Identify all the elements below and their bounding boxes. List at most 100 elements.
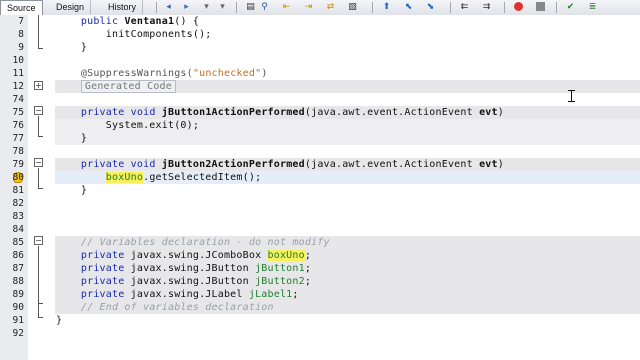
tab-source[interactable]: Source — [0, 0, 43, 15]
code-line[interactable]: // Variables declaration - do not modify — [56, 236, 330, 249]
line-number: 75 — [12, 107, 24, 118]
macro-stop-icon[interactable]: ⇉ — [480, 1, 493, 13]
code-token: jButton1ActionPerformed — [161, 107, 305, 118]
code-token: ) — [497, 159, 504, 170]
code-line[interactable]: Generated Code — [56, 80, 176, 93]
code-line[interactable]: System.exit(0); — [56, 119, 199, 132]
collapse-fold-icon[interactable]: − — [34, 236, 43, 245]
code-token: private — [80, 263, 125, 274]
code-token: } — [56, 42, 88, 53]
guarded-method-row — [55, 132, 640, 145]
next-bookmark-icon[interactable]: ▧ — [346, 1, 359, 13]
back-icon[interactable]: ◂ — [162, 1, 175, 13]
code-token: jButton1 — [255, 263, 305, 274]
code-line[interactable]: // End of variables declaration — [56, 301, 274, 314]
code-token: initComponents(); — [56, 29, 212, 40]
code-token: javax.swing.JButton — [124, 263, 256, 274]
toggle-bookmark-icon[interactable]: ⬆ — [380, 1, 393, 13]
line-number: 89 — [12, 289, 24, 300]
code-token: } — [56, 315, 63, 326]
find-prev-icon[interactable]: ▤ — [244, 1, 257, 13]
collapse-fold-icon[interactable]: − — [34, 106, 43, 115]
code-token: boxUno — [267, 250, 305, 261]
line-number: 85 — [12, 237, 24, 248]
code-line[interactable]: } — [56, 314, 62, 327]
code-token: (java.awt.event.ActionEvent — [304, 159, 480, 170]
code-line[interactable]: public Ventana1() { — [56, 15, 199, 28]
code-token: @SuppressWarnings( — [80, 68, 193, 79]
code-line[interactable]: private javax.swing.JLabel jLabel1; — [56, 288, 299, 301]
record-icon[interactable] — [512, 1, 525, 13]
code-token: } — [56, 133, 88, 144]
code-line[interactable]: @SuppressWarnings("unchecked") — [56, 67, 268, 80]
line-number: 74 — [12, 94, 24, 105]
code-line[interactable]: private javax.swing.JButton jButton2; — [56, 275, 311, 288]
toggle-highlight-icon[interactable]: ⇤ — [280, 1, 293, 13]
line-number: 92 — [12, 328, 24, 339]
code-token: .getSelectedItem(); — [143, 172, 262, 183]
line-number: 86 — [12, 250, 24, 261]
line-number: 78 — [12, 146, 24, 157]
macro-record-icon[interactable]: ⇇ — [458, 1, 471, 13]
code-token: (java.awt.event.ActionEvent — [304, 107, 480, 118]
code-token: private — [80, 107, 125, 118]
prev-bookmark-icon[interactable]: ⇄ — [324, 1, 337, 13]
line-number: 10 — [12, 55, 24, 66]
code-token: private — [80, 250, 125, 261]
line-number: 81 — [12, 185, 24, 196]
code-line[interactable]: initComponents(); — [56, 28, 212, 41]
code-token: void — [130, 107, 156, 118]
code-token: } — [56, 185, 88, 196]
code-token: jButton2ActionPerformed — [161, 159, 305, 170]
shift-left-icon[interactable]: ⬉ — [402, 1, 415, 13]
code-token: ; — [304, 250, 312, 261]
code-line[interactable]: private javax.swing.JComboBox boxUno; — [56, 249, 311, 262]
code-line[interactable]: } — [56, 41, 87, 54]
find-icon[interactable]: ▾ — [216, 1, 229, 13]
code-token: evt — [479, 159, 498, 170]
code-token: private — [80, 159, 125, 170]
code-token: "unchecked" — [192, 68, 262, 79]
line-number: 83 — [12, 211, 24, 222]
code-line[interactable]: private void jButton1ActionPerformed(jav… — [56, 106, 504, 119]
code-line[interactable]: } — [56, 184, 87, 197]
code-line[interactable]: boxUno.getSelectedItem(); — [56, 171, 261, 184]
code-token: private — [80, 276, 125, 287]
toggle-icon[interactable]: ▾ — [200, 1, 213, 13]
line-number: 84 — [12, 224, 24, 235]
tab-history[interactable]: History — [102, 0, 144, 14]
tab-design[interactable]: Design — [50, 0, 92, 14]
code-token: javax.swing.JLabel — [124, 289, 249, 300]
forward-icon[interactable]: ▸ — [180, 1, 193, 13]
code-line[interactable]: } — [56, 132, 87, 145]
line-number: 8 — [18, 29, 24, 40]
code-token: jButton2 — [255, 276, 305, 287]
code-token: ; — [292, 289, 299, 300]
collapse-fold-icon[interactable]: − — [34, 158, 43, 167]
code-token: evt — [479, 107, 498, 118]
mouse-ibeam-cursor — [568, 90, 575, 102]
code-token: boxUno — [105, 172, 144, 183]
stop-icon[interactable] — [534, 1, 547, 13]
toggle-rect-icon[interactable]: ⇥ — [302, 1, 315, 13]
code-token: ) — [497, 107, 504, 118]
line-number: 80 — [12, 172, 24, 183]
code-token: void — [130, 159, 156, 170]
comment-icon[interactable]: ≣ — [586, 1, 599, 13]
check-icon[interactable]: ✔ — [564, 1, 577, 13]
line-number: 12 — [12, 81, 24, 92]
code-line[interactable]: private void jButton2ActionPerformed(jav… — [56, 158, 504, 171]
expand-fold-icon[interactable]: + — [34, 81, 43, 90]
code-line[interactable]: private javax.swing.JButton jButton1; — [56, 262, 311, 275]
line-number: 76 — [12, 120, 24, 131]
find-next-icon[interactable]: ⚲ — [258, 1, 271, 13]
shift-right-icon[interactable]: ⬊ — [424, 1, 437, 13]
